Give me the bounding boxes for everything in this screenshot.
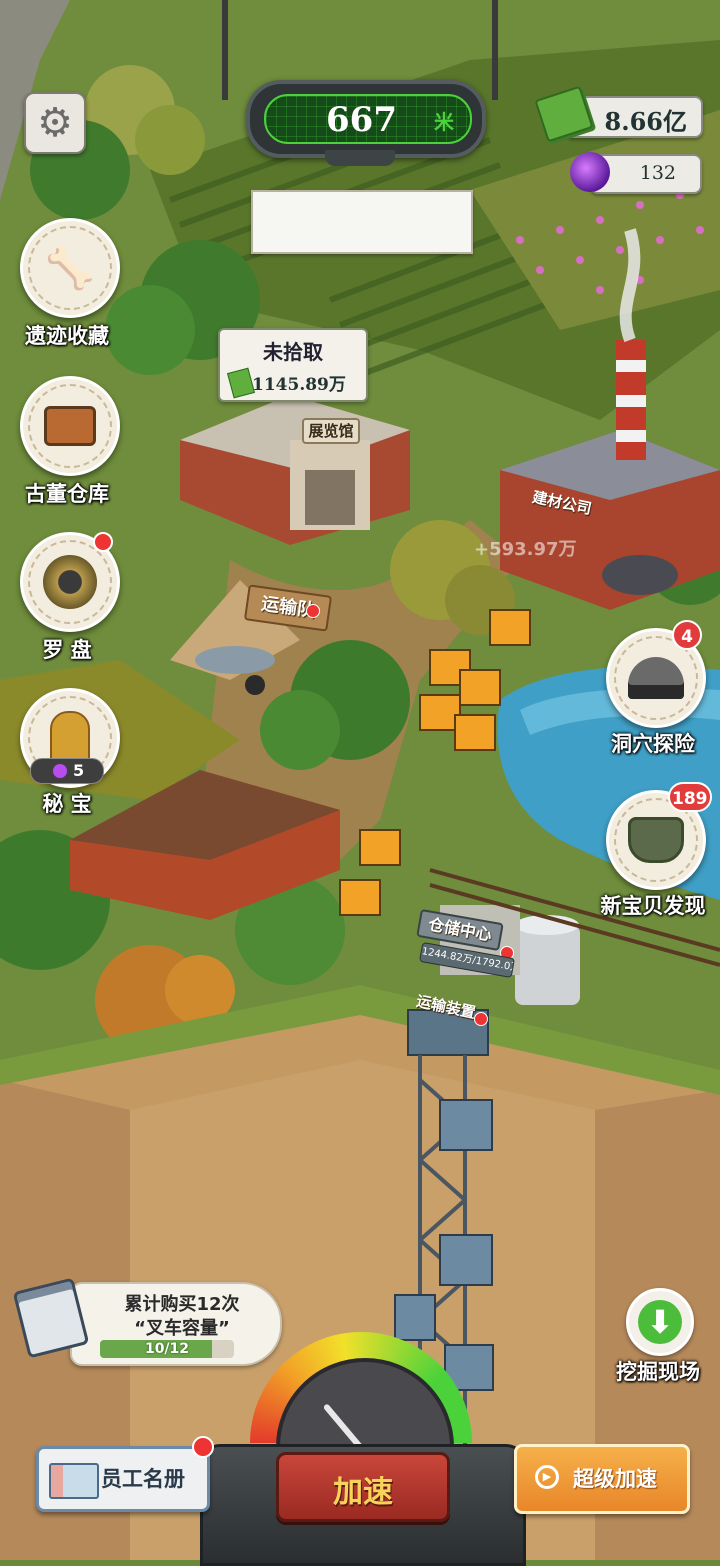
oil-depth-display: 667 米 — [246, 80, 486, 158]
treasure-chest-icon — [44, 406, 96, 446]
antique-warehouse-button[interactable] — [20, 376, 120, 476]
settings-button[interactable]: ⚙ — [24, 92, 86, 154]
museum-sign[interactable]: 展览馆 — [302, 418, 360, 444]
play-video-icon: ▶ — [535, 1465, 559, 1489]
gem-value: 132 — [639, 162, 676, 184]
relic-collection-label: 遗迹收藏 — [25, 324, 109, 348]
conveyor-notification-dot — [474, 1012, 488, 1026]
uncollected-title: 未拾取 — [263, 340, 323, 364]
oil-depth-unit: 米 — [434, 110, 454, 134]
oil-depth-value: 667 — [326, 100, 397, 140]
quest-progress-bar: 10/12 — [100, 1340, 234, 1358]
info-panel — [251, 190, 473, 254]
compass-notification-dot — [93, 532, 113, 552]
down-arrow-icon: ⬇ — [638, 1300, 682, 1344]
compass-label: 罗 盘 — [42, 638, 92, 662]
staff-roster-notification-dot — [192, 1436, 214, 1458]
speed-up-button[interactable]: 加速 — [276, 1452, 450, 1522]
quest-progress-text: 10/12 — [144, 1341, 190, 1357]
staff-roster-label: 员工名册 — [101, 1467, 185, 1491]
cave-exploration-badge: 4 — [672, 620, 702, 650]
compass-icon — [43, 555, 97, 609]
uncollected-amount: 1145.89万 — [252, 375, 346, 395]
cash-icon — [227, 367, 255, 399]
new-treasure-badge: 189 — [668, 782, 712, 812]
cave-exploration-label: 洞穴探险 — [611, 732, 695, 756]
dig-site-button[interactable]: ⬇ — [626, 1288, 694, 1356]
dinosaur-skull-icon: 🦴 — [45, 245, 95, 292]
transport-team-notification-dot — [306, 604, 320, 618]
oil-display-hook — [325, 150, 395, 166]
golden-statue-icon — [50, 711, 90, 765]
secret-treasure-count-pill: 5 — [30, 758, 104, 784]
museum-uncollected-popup[interactable]: 未拾取 1145.89万 — [218, 328, 368, 402]
purple-gem-icon — [53, 764, 67, 778]
money-value: 8.66亿 — [604, 107, 687, 136]
super-speed-label: 超级加速 — [573, 1467, 657, 1491]
secret-treasure-count: 5 — [73, 761, 85, 780]
staff-roster-button[interactable]: 员工名册 — [36, 1446, 210, 1512]
income-float-text: +593.97万 — [474, 539, 577, 560]
gear-icon: ⚙ — [37, 100, 73, 146]
purple-gem-icon — [570, 152, 610, 192]
bronze-pot-icon — [628, 817, 684, 863]
antique-warehouse-label: 古董仓库 — [25, 482, 109, 506]
quest-panel[interactable]: 累计购买12次 “叉车容量” 10/12 — [70, 1282, 282, 1366]
secret-treasure-label: 秘 宝 — [42, 792, 92, 816]
new-treasure-discovery-label: 新宝贝发现 — [600, 894, 706, 918]
cave-icon — [628, 657, 684, 699]
relic-collection-button[interactable]: 🦴 — [20, 218, 120, 318]
quest-text-line1: 累计购买12次 — [124, 1294, 240, 1315]
id-card-icon — [49, 1463, 99, 1499]
speed-up-label: 加速 — [333, 1475, 393, 1510]
quest-text-line2: “叉车容量” — [134, 1318, 230, 1339]
super-speed-button[interactable]: ▶ 超级加速 — [514, 1444, 690, 1514]
dig-site-label: 挖掘现场 — [616, 1360, 700, 1384]
